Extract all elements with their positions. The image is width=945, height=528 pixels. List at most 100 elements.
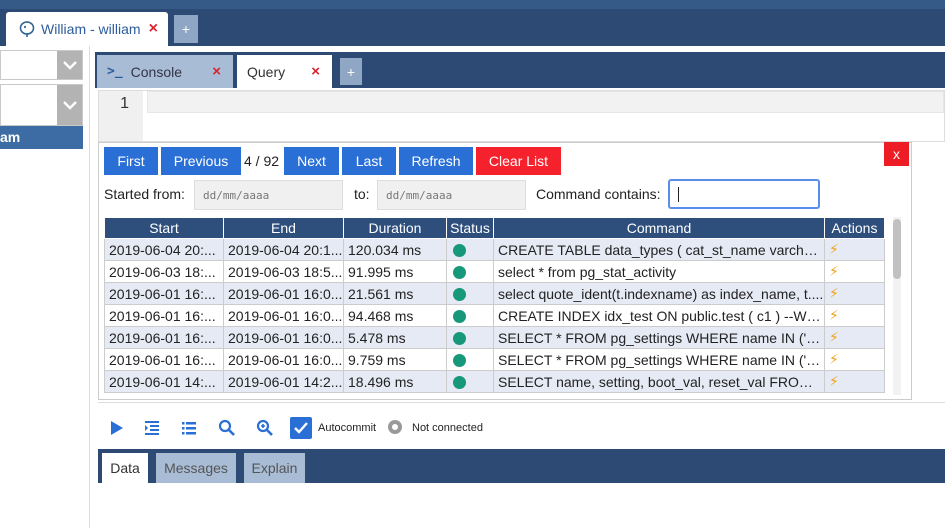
lightning-icon[interactable]: ⚡ <box>829 285 839 301</box>
refresh-button[interactable]: Refresh <box>399 147 473 175</box>
previous-button[interactable]: Previous <box>161 147 241 175</box>
connection-tab[interactable]: William - william × <box>6 12 168 46</box>
close-history-button[interactable]: x <box>884 142 909 166</box>
status-success-icon <box>453 376 466 390</box>
sidebar-item-active[interactable]: am <box>0 126 83 149</box>
cell-status <box>446 304 494 327</box>
tab-explain[interactable]: Explain <box>244 453 305 483</box>
status-success-icon <box>453 354 466 368</box>
status-success-icon <box>453 310 466 324</box>
clear-list-button[interactable]: Clear List <box>476 147 561 175</box>
cell-command: SELECT * FROM pg_settings WHERE name IN … <box>493 348 825 371</box>
checkmark-icon <box>294 422 308 434</box>
column-header-duration[interactable]: Duration <box>343 217 447 239</box>
search-icon[interactable] <box>217 418 237 438</box>
cell-duration: 21.561 ms <box>343 282 447 305</box>
cell-actions: ⚡ <box>824 304 885 327</box>
table-row[interactable]: 2019-06-01 16:... 2019-06-01 16:0... 9.7… <box>104 348 885 371</box>
page-counter: 4 / 92 <box>244 153 280 169</box>
connection-tab-title: William - william <box>41 21 141 37</box>
tab-query[interactable]: Query × <box>237 55 332 88</box>
table-row[interactable]: 2019-06-01 16:... 2019-06-01 16:0... 21.… <box>104 282 885 305</box>
zoom-in-icon[interactable] <box>255 418 275 438</box>
close-console-tab-icon[interactable]: × <box>212 63 221 80</box>
play-icon[interactable] <box>106 418 126 438</box>
column-header-actions[interactable]: Actions <box>824 217 885 239</box>
terminal-icon: >_ <box>107 64 123 79</box>
chevron-down-icon[interactable] <box>57 85 82 125</box>
command-contains-input[interactable] <box>668 179 820 209</box>
lightning-icon[interactable]: ⚡ <box>829 307 839 323</box>
cell-duration: 94.468 ms <box>343 304 447 327</box>
cell-actions: ⚡ <box>824 326 885 349</box>
cell-duration: 5.478 ms <box>343 326 447 349</box>
indent-icon[interactable] <box>142 418 162 438</box>
sql-editor[interactable]: 1 <box>98 90 945 142</box>
cell-end: 2019-06-04 20:1... <box>223 238 344 261</box>
history-table: Start End Duration Status Command Action… <box>104 217 885 393</box>
history-scrollbar[interactable] <box>893 217 901 395</box>
column-header-end[interactable]: End <box>223 217 344 239</box>
cell-end: 2019-06-01 16:0... <box>223 282 344 305</box>
lightning-icon[interactable]: ⚡ <box>829 351 839 367</box>
table-row[interactable]: 2019-06-01 14:... 2019-06-01 14:2... 18.… <box>104 370 885 393</box>
cell-command: SELECT * FROM pg_settings WHERE name IN … <box>493 326 825 349</box>
close-connection-tab-icon[interactable]: × <box>149 20 158 38</box>
status-success-icon <box>453 266 466 280</box>
lightning-icon[interactable]: ⚡ <box>829 373 839 389</box>
tab-data[interactable]: Data <box>102 453 148 483</box>
sidebar-database-select[interactable] <box>0 84 83 126</box>
lightning-icon[interactable]: ⚡ <box>829 329 839 345</box>
cell-duration: 91.995 ms <box>343 260 447 283</box>
cell-actions: ⚡ <box>824 370 885 393</box>
cell-status <box>446 282 494 305</box>
last-button[interactable]: Last <box>342 147 396 175</box>
table-row[interactable]: 2019-06-04 20:... 2019-06-04 20:1... 120… <box>104 238 885 261</box>
add-connection-tab-button[interactable]: + <box>174 15 198 43</box>
autocommit-checkbox[interactable] <box>290 417 312 439</box>
table-row[interactable]: 2019-06-03 18:... 2019-06-03 18:5... 91.… <box>104 260 885 283</box>
cell-end: 2019-06-03 18:5... <box>223 260 344 283</box>
window-tab-bar: William - william × + <box>0 0 945 46</box>
first-button[interactable]: First <box>104 147 158 175</box>
close-query-tab-icon[interactable]: × <box>311 63 320 80</box>
cell-duration: 120.034 ms <box>343 238 447 261</box>
column-header-command[interactable]: Command <box>493 217 825 239</box>
editor-active-line[interactable] <box>147 91 944 113</box>
cell-command: CREATE TABLE data_types ( cat_st_name va… <box>493 238 825 261</box>
sidebar-connection-select[interactable] <box>0 50 83 80</box>
cell-command: CREATE INDEX idx_test ON public.test ( c… <box>493 304 825 327</box>
status-success-icon <box>453 244 466 258</box>
cell-status <box>446 348 494 371</box>
cell-end: 2019-06-01 16:0... <box>223 348 344 371</box>
table-row[interactable]: 2019-06-01 16:... 2019-06-01 16:0... 94.… <box>104 304 885 327</box>
list-icon[interactable] <box>179 418 199 438</box>
chevron-down-icon[interactable] <box>57 51 82 79</box>
next-button[interactable]: Next <box>284 147 339 175</box>
cell-start: 2019-06-01 14:... <box>104 370 224 393</box>
app-root: William - william × + am >_ Console × Qu… <box>0 0 945 528</box>
connection-status: Not connected <box>412 422 483 434</box>
cell-start: 2019-06-04 20:... <box>104 238 224 261</box>
started-from-date-input[interactable]: dd/mm/aaaa <box>194 180 343 210</box>
column-header-status[interactable]: Status <box>446 217 494 239</box>
column-header-start[interactable]: Start <box>104 217 224 239</box>
postgresql-icon <box>19 21 35 37</box>
add-inner-tab-button[interactable]: + <box>340 58 362 85</box>
scrollbar-thumb[interactable] <box>893 219 901 279</box>
cell-end: 2019-06-01 16:0... <box>223 326 344 349</box>
tab-messages[interactable]: Messages <box>156 453 236 483</box>
table-row[interactable]: 2019-06-01 16:... 2019-06-01 16:0... 5.4… <box>104 326 885 349</box>
cell-actions: ⚡ <box>824 238 885 261</box>
cell-command: select * from pg_stat_activity <box>493 260 825 283</box>
line-number: 1 <box>120 95 129 112</box>
lightning-icon[interactable]: ⚡ <box>829 241 839 257</box>
sidebar: am <box>0 46 90 528</box>
cell-status <box>446 260 494 283</box>
inner-tab-bar: >_ Console × Query × + <box>95 52 945 88</box>
tab-console[interactable]: >_ Console × <box>97 55 233 88</box>
table-header-row: Start End Duration Status Command Action… <box>104 217 885 239</box>
lightning-icon[interactable]: ⚡ <box>829 263 839 279</box>
tab-query-label: Query <box>247 63 286 80</box>
to-date-input[interactable]: dd/mm/aaaa <box>377 180 526 210</box>
